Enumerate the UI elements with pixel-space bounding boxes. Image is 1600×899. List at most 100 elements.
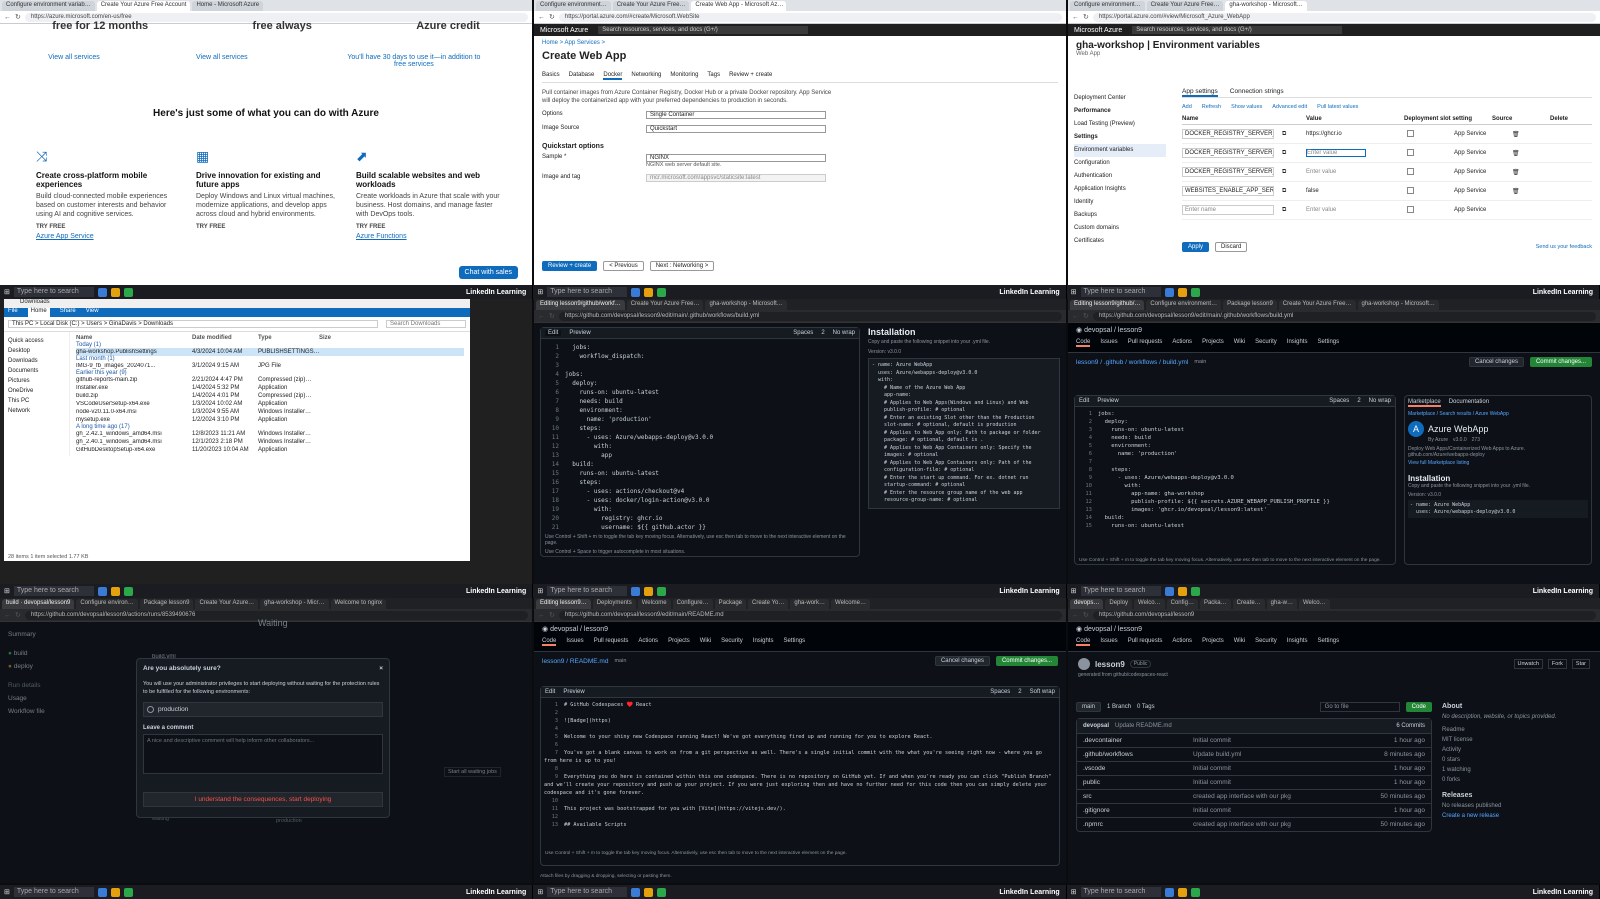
browser-tab[interactable]: Editing lesson9/github/workf… (536, 300, 625, 310)
summary-link[interactable]: Summary (8, 628, 128, 641)
nav-item[interactable]: Pictures (8, 376, 65, 386)
file-name[interactable]: .gitignore (1083, 807, 1193, 814)
windows-icon[interactable]: ⊞ (1071, 587, 1077, 595)
sidebar-item[interactable]: Load Testing (Preview) (1074, 118, 1166, 131)
browser-tab[interactable]: Welcome to nginx (330, 599, 387, 609)
file-commit[interactable]: Initial commit (1193, 737, 1394, 744)
file-commit[interactable]: Initial commit (1193, 765, 1394, 772)
file-name[interactable]: .vscode (1083, 765, 1193, 772)
browser-tab[interactable]: Configure… (672, 599, 713, 609)
create-release-link[interactable]: Create a new release (1442, 811, 1592, 821)
file-breadcrumb[interactable]: lesson9 / .github / workflows / build.ym… (1076, 359, 1188, 366)
browser-tab[interactable]: Editing lesson9/github/… (1070, 300, 1145, 310)
copy-icon[interactable]: ⧉ (1282, 131, 1298, 138)
file-row[interactable]: .vscode Initial commit 1 hour ago (1077, 761, 1431, 775)
browser-tab[interactable]: devops… (1070, 599, 1104, 609)
view-services-link[interactable]: View all services (196, 54, 248, 68)
file-name[interactable]: src (1083, 793, 1193, 800)
chat-with-sales-button[interactable]: Chat with sales (458, 266, 518, 279)
file-row[interactable]: IMG-9_fb_images_2024071... 3/1/2024 9:15 … (76, 362, 464, 370)
browser-tab[interactable]: Create Web App - Microsoft Az… (691, 1, 787, 11)
code-editor[interactable]: 1 jobs: 2 workflow_dispatch: 3 4 jobs: 5 depl… (541, 339, 859, 536)
refresh-button[interactable]: Refresh (1202, 104, 1221, 110)
sidebar-item[interactable]: Identity (1074, 196, 1166, 209)
code-button[interactable]: Code (1405, 702, 1432, 712)
nav-actions[interactable]: Actions (1172, 638, 1192, 646)
browser-tab[interactable]: gha-w… (1266, 599, 1297, 609)
nav-insights[interactable]: Insights (1287, 339, 1308, 347)
refresh-icon[interactable]: ↻ (549, 611, 555, 619)
preview-tab[interactable]: Preview (1097, 398, 1118, 404)
menu-view[interactable]: View (86, 308, 99, 317)
commit-message[interactable]: Update README.md (1115, 723, 1172, 729)
refresh-icon[interactable]: ↻ (15, 611, 21, 619)
app-icon[interactable] (123, 287, 133, 297)
file-row[interactable]: gha-workshop.PublishSettings 4/3/2024 10:… (76, 348, 464, 356)
sidebar-item[interactable]: Authentication (1074, 170, 1166, 183)
credit-link[interactable]: You'll have 30 days to use it—in additio… (344, 54, 484, 68)
col-header[interactable]: Size (319, 335, 331, 341)
folder-icon[interactable] (110, 287, 120, 297)
file-commit[interactable]: created app interface with our pkg (1193, 793, 1381, 800)
about-item[interactable]: 0 forks (1442, 775, 1592, 785)
branch-select[interactable]: main (1076, 702, 1102, 712)
browser-tab[interactable]: Create Your Azure… (195, 599, 259, 609)
step-tab[interactable]: Review + create (729, 72, 772, 80)
commit-changes-button[interactable]: Commit changes... (1529, 357, 1592, 367)
job-build[interactable]: build (14, 650, 28, 657)
slot-checkbox[interactable] (1406, 205, 1414, 213)
nav-item[interactable]: Documents (8, 366, 65, 376)
app-icon[interactable] (1190, 887, 1200, 897)
nav-issues[interactable]: Issues (1100, 339, 1117, 347)
about-item[interactable]: 0 stars (1442, 755, 1592, 765)
edge-icon[interactable] (1164, 586, 1174, 596)
browser-tab[interactable]: Package lesson9 (1223, 300, 1277, 310)
indent-select[interactable]: Spaces (990, 689, 1010, 695)
env-value-field[interactable]: Enter value (1306, 169, 1366, 175)
sidebar-item-active[interactable]: Environment variables (1074, 144, 1166, 157)
market-breadcrumb[interactable]: Marketplace / Search results / Azure Web… (1408, 411, 1588, 417)
repo-path[interactable]: devopsal / lesson9 (550, 626, 608, 633)
file-row[interactable]: .devcontainer Initial commit 1 hour ago (1077, 733, 1431, 747)
address-bar[interactable]: https://github.com/devopsal/lesson9/edit… (558, 610, 1062, 620)
code-editor[interactable]: 1 jobs: 2 deploy: 3 runs-on: ubuntu-latest 4… (1075, 407, 1395, 533)
browser-tab[interactable]: Welcome… (831, 599, 870, 609)
advanced-edit-button[interactable]: Advanced edit (1272, 104, 1307, 110)
browser-tab[interactable]: gha-workshop - Micr… (260, 599, 329, 609)
nav-insights[interactable]: Insights (753, 638, 774, 646)
file-row[interactable]: Installer.exe 1/4/2024 5:32 PM Application (76, 384, 464, 392)
taskbar-search[interactable]: Type here to search (13, 287, 94, 297)
taskbar-search[interactable]: Type here to search (547, 586, 628, 596)
cancel-changes-button[interactable]: Cancel changes (1468, 357, 1524, 367)
env-name-field[interactable]: DOCKER_REGISTRY_SERVER_URL (1182, 129, 1274, 139)
fork-button[interactable]: Fork (1547, 659, 1567, 669)
indent-size-select[interactable]: 2 (1357, 398, 1360, 404)
copy-icon[interactable]: ⧉ (1282, 150, 1298, 157)
feedback-link[interactable]: Send us your feedback (1536, 244, 1592, 250)
slot-checkbox[interactable] (1406, 129, 1414, 137)
browser-tab[interactable]: Deployments (592, 599, 636, 609)
about-item[interactable]: MIT license (1442, 735, 1592, 745)
tab-app-settings[interactable]: App settings (1182, 88, 1218, 97)
browser-tab[interactable]: Create Yo… (748, 599, 789, 609)
show-values-button[interactable]: Show values (1231, 104, 1262, 110)
file-name[interactable]: .npmrc (1083, 821, 1193, 828)
file-name[interactable]: .github/workflows (1083, 751, 1193, 758)
browser-tab[interactable]: build · devopsal/lesson9 (2, 599, 75, 609)
windows-icon[interactable]: ⊞ (537, 587, 543, 595)
next-button[interactable]: Next : Networking > (649, 261, 715, 271)
sidebar-item[interactable]: Deployment Center (1074, 92, 1166, 105)
back-icon[interactable]: ← (1072, 14, 1079, 21)
edge-icon[interactable] (631, 287, 641, 297)
refresh-icon[interactable]: ↻ (549, 13, 555, 21)
windows-icon[interactable]: ⊞ (4, 288, 10, 296)
taskbar-search[interactable]: Type here to search (1080, 887, 1161, 897)
card-link[interactable]: Azure App Service (36, 232, 184, 241)
nav-settings[interactable]: Settings (1317, 638, 1339, 646)
file-commit[interactable]: Initial commit (1193, 807, 1394, 814)
file-row[interactable]: .npmrc created app interface with our pkg… (1077, 817, 1431, 831)
nav-actions[interactable]: Actions (638, 638, 658, 646)
nav-pulls[interactable]: Pull requests (1128, 339, 1163, 347)
start-waiting-jobs-button[interactable]: Start all waiting jobs (444, 767, 501, 777)
edge-icon[interactable] (631, 586, 641, 596)
